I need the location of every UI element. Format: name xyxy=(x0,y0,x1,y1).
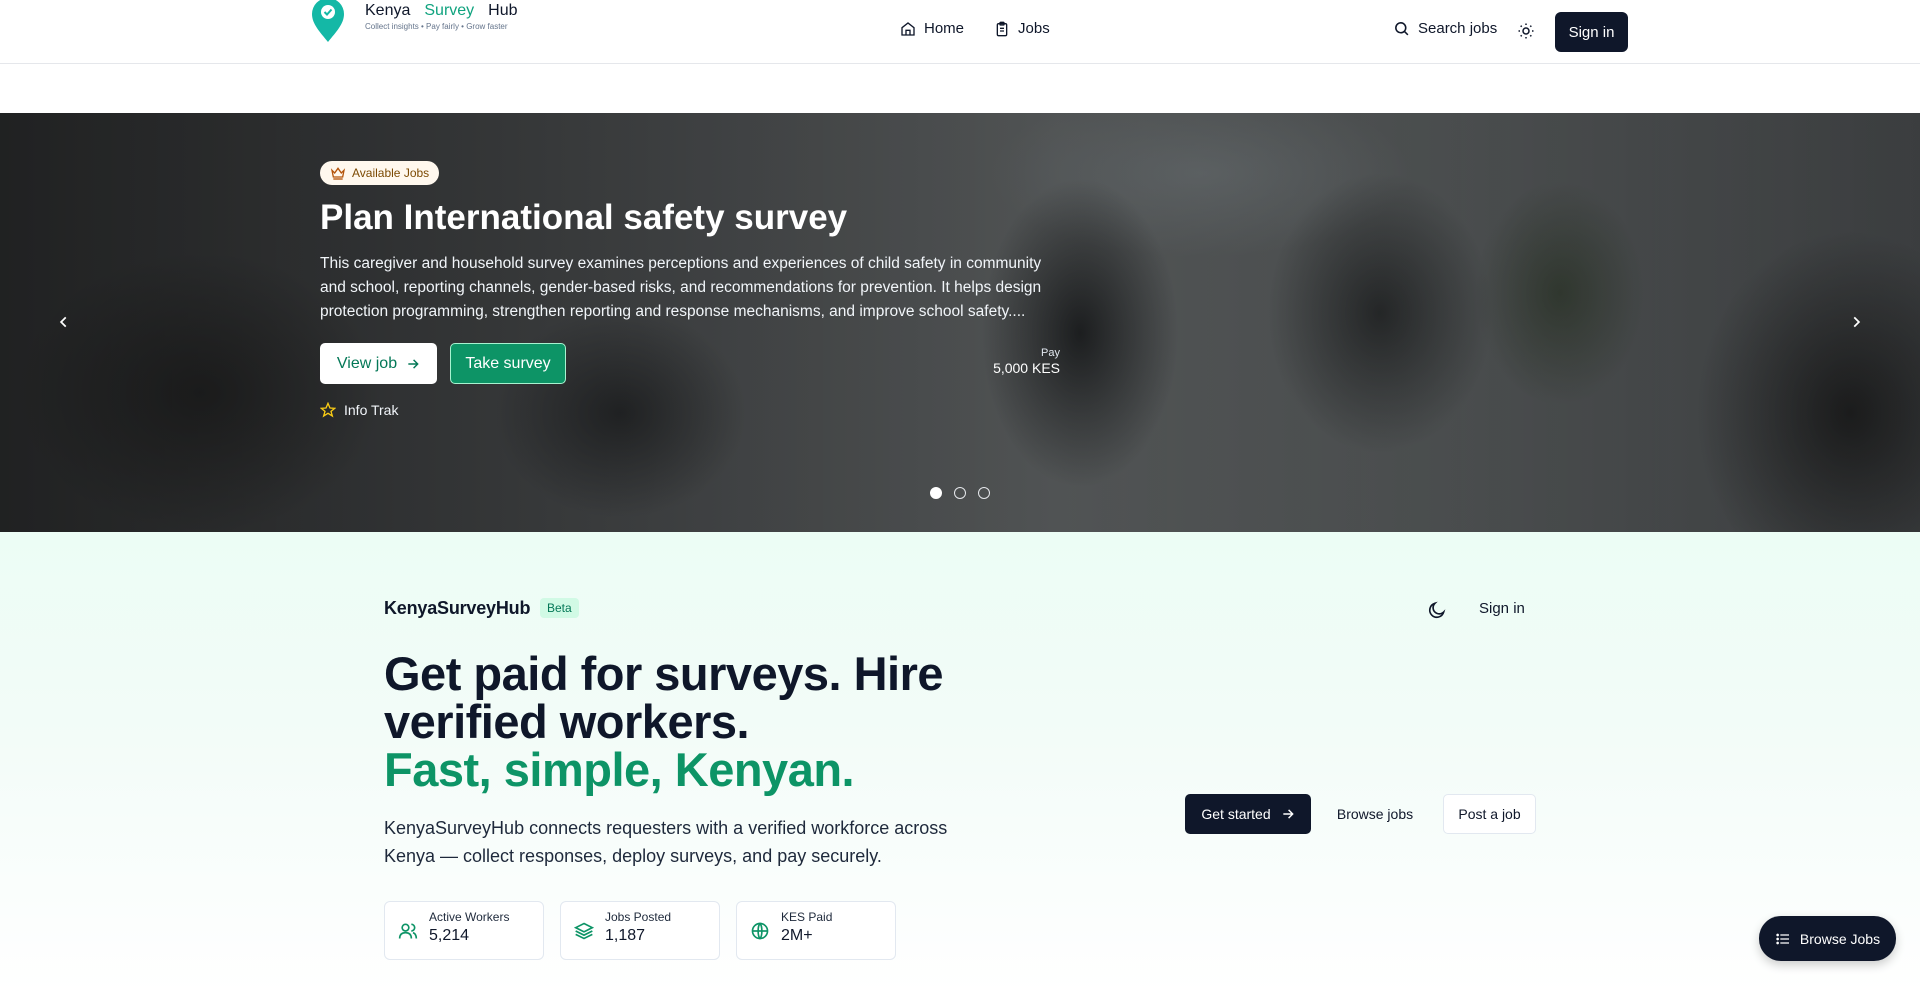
arrow-right-icon xyxy=(1282,809,1294,819)
stat-label: Jobs Posted xyxy=(605,910,672,924)
company-name: Info Trak xyxy=(344,402,399,418)
chevron-left-icon xyxy=(59,316,67,328)
landing-lead: KenyaSurveyHub connects requesters with … xyxy=(384,818,948,866)
map-pin-logo-icon[interactable] xyxy=(310,0,346,42)
available-jobs-badge: Available Jobs xyxy=(320,161,440,185)
stat-card-workers: Active Workers 5,214 xyxy=(384,901,544,960)
nav-jobs[interactable]: Jobs xyxy=(994,20,1050,37)
beta-badge: Beta xyxy=(540,598,579,618)
headline-line-2: Fast, simple, Kenyan. xyxy=(384,743,855,796)
browse-jobs-fab[interactable]: Browse Jobs xyxy=(1759,916,1896,961)
get-started-button[interactable]: Get started xyxy=(1185,794,1311,834)
get-started-label: Get started xyxy=(1201,806,1271,822)
view-job-button[interactable]: View job xyxy=(320,343,437,384)
browse-jobs-button[interactable]: Browse jobs xyxy=(1325,794,1425,834)
stat-label: Active Workers xyxy=(429,910,510,924)
home-icon xyxy=(901,21,915,36)
stat-label: KES Paid xyxy=(781,910,833,924)
arrow-right-icon xyxy=(408,358,419,369)
site-name[interactable]: KenyaSurveyHub xyxy=(384,598,530,619)
stats-row: Active Workers 5,214 Jobs Posted 1,187 K… xyxy=(384,901,896,960)
headline-line-1: Get paid for surveys. Hire verified work… xyxy=(384,647,944,748)
carousel-indicators xyxy=(930,487,990,499)
stat-card-jobs: Jobs Posted 1,187 xyxy=(560,901,720,960)
company-info: Info Trak xyxy=(320,402,1060,418)
list-icon xyxy=(1776,933,1789,944)
stat-card-paid: KES Paid 2M+ xyxy=(736,901,896,960)
pay-value: 5,000 KES xyxy=(993,360,1060,376)
carousel-next-button[interactable] xyxy=(1844,310,1868,334)
sun-icon xyxy=(1518,23,1534,39)
carousel-dot-1[interactable] xyxy=(930,487,942,499)
nav-home[interactable]: Home xyxy=(900,20,964,37)
crown-icon xyxy=(330,167,346,180)
top-navbar: Kenya Survey Hub Collect insights • Pay … xyxy=(0,0,1920,64)
hero-slide-content: Available Jobs Plan International safety… xyxy=(320,161,1060,418)
layers-icon xyxy=(574,922,594,940)
hero-description: This caregiver and household survey exam… xyxy=(320,255,1042,320)
clipboard-icon xyxy=(996,21,1008,36)
brand-word-kenya: Kenya xyxy=(365,2,411,19)
stat-value: 2M+ xyxy=(781,927,813,944)
browse-jobs-fab-label: Browse Jobs xyxy=(1799,930,1881,947)
nav-home-label: Home xyxy=(924,20,965,37)
search-icon xyxy=(1395,22,1409,36)
landing-headline: Get paid for surveys. Hire verified work… xyxy=(384,650,984,794)
pay-label: Pay xyxy=(1041,347,1060,359)
view-job-label: View job xyxy=(336,354,398,372)
hero-carousel: Available Jobs Plan International safety… xyxy=(0,113,1920,532)
brand-word-hub: Hub xyxy=(488,2,518,19)
main-nav: Home Jobs xyxy=(900,20,1050,37)
users-icon xyxy=(398,923,418,939)
star-icon xyxy=(320,402,336,418)
sign-in-button[interactable]: Sign in xyxy=(1555,12,1628,52)
brand-name[interactable]: Kenya Survey Hub Collect insights • Pay … xyxy=(365,0,518,31)
carousel-prev-button[interactable] xyxy=(52,310,76,334)
pay-info: Pay 5,000 KES xyxy=(993,347,1060,376)
brand-word-survey: Survey xyxy=(424,2,475,19)
carousel-dot-2[interactable] xyxy=(954,487,966,499)
search-jobs-label: Search jobs xyxy=(1418,20,1498,37)
hero-actions: View job Take survey Pay 5,000 KES xyxy=(320,343,1060,384)
globe-icon xyxy=(751,922,769,940)
landing-section: KenyaSurveyHub Beta Sign in Get paid for… xyxy=(0,532,1920,993)
take-survey-button[interactable]: Take survey xyxy=(450,343,566,384)
nav-jobs-label: Jobs xyxy=(1018,20,1050,37)
stat-value: 1,187 xyxy=(605,927,646,944)
moon-icon[interactable] xyxy=(1427,600,1447,620)
available-jobs-label: Available Jobs xyxy=(352,166,430,180)
chevron-right-icon xyxy=(1853,316,1861,328)
post-job-button[interactable]: Post a job xyxy=(1443,794,1536,834)
theme-toggle-button[interactable] xyxy=(1516,20,1536,42)
hero-title: Plan International safety survey xyxy=(320,198,848,237)
brand-tagline: Collect insights • Pay fairly • Grow fas… xyxy=(365,22,508,31)
stat-value: 5,214 xyxy=(429,927,470,944)
search-jobs-button[interactable]: Search jobs xyxy=(1393,20,1497,37)
landing-sign-in-link[interactable]: Sign in xyxy=(1479,600,1525,617)
carousel-dot-3[interactable] xyxy=(978,487,990,499)
